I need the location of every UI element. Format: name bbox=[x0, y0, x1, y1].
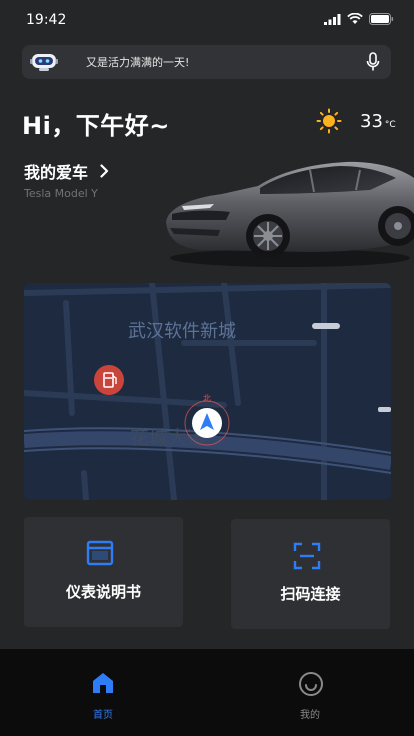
greeting-title: Hi，下午好~ bbox=[22, 112, 170, 140]
manual-card[interactable]: 仪表说明书 bbox=[24, 517, 183, 627]
chevron-right-icon bbox=[100, 164, 109, 178]
status-time: 19:42 bbox=[26, 12, 67, 28]
manual-card-label: 仪表说明书 bbox=[65, 583, 141, 601]
status-bar: 19:42 bbox=[0, 0, 414, 40]
location-arrow-icon bbox=[183, 399, 231, 451]
robot-icon[interactable] bbox=[30, 52, 58, 76]
scan-card-label: 扫码连接 bbox=[280, 585, 341, 603]
temperature-unit: °C bbox=[384, 120, 396, 130]
tab-home-label: 首页 bbox=[93, 710, 113, 721]
search-prompt-text: 又是活力满满的一天! bbox=[86, 56, 190, 69]
tab-mine-label: 我的 bbox=[300, 710, 320, 721]
battery-icon bbox=[369, 13, 394, 25]
map-view[interactable]: 武汉软件新城 花城大道 北 bbox=[24, 283, 391, 500]
car-model: Tesla Model Y bbox=[24, 187, 98, 200]
temperature: 33 °C bbox=[360, 111, 396, 132]
microphone-icon[interactable] bbox=[366, 52, 380, 76]
my-car-link[interactable]: 我的爱车 bbox=[24, 159, 109, 183]
search-bar[interactable]: 又是活力满满的一天! bbox=[22, 45, 391, 79]
smile-icon bbox=[298, 671, 324, 701]
my-car-title: 我的爱车 bbox=[24, 163, 89, 182]
status-icons bbox=[324, 13, 394, 25]
signal-icon bbox=[324, 13, 341, 25]
manual-book-icon bbox=[86, 540, 114, 570]
tab-bar: 首页 我的 bbox=[0, 649, 414, 736]
scan-connect-card[interactable]: 扫码连接 bbox=[231, 519, 390, 629]
scan-icon bbox=[293, 542, 321, 574]
sun-icon bbox=[316, 108, 342, 138]
tab-mine[interactable]: 我的 bbox=[260, 649, 360, 736]
wifi-icon bbox=[347, 13, 363, 24]
tab-home[interactable]: 首页 bbox=[53, 649, 153, 736]
temperature-value: 33 bbox=[360, 111, 383, 132]
car-image bbox=[160, 150, 414, 274]
charging-station-icon[interactable] bbox=[94, 365, 124, 399]
map-district-label: 武汉软件新城 bbox=[128, 321, 236, 342]
home-icon bbox=[91, 671, 115, 699]
map-roads bbox=[24, 283, 391, 500]
